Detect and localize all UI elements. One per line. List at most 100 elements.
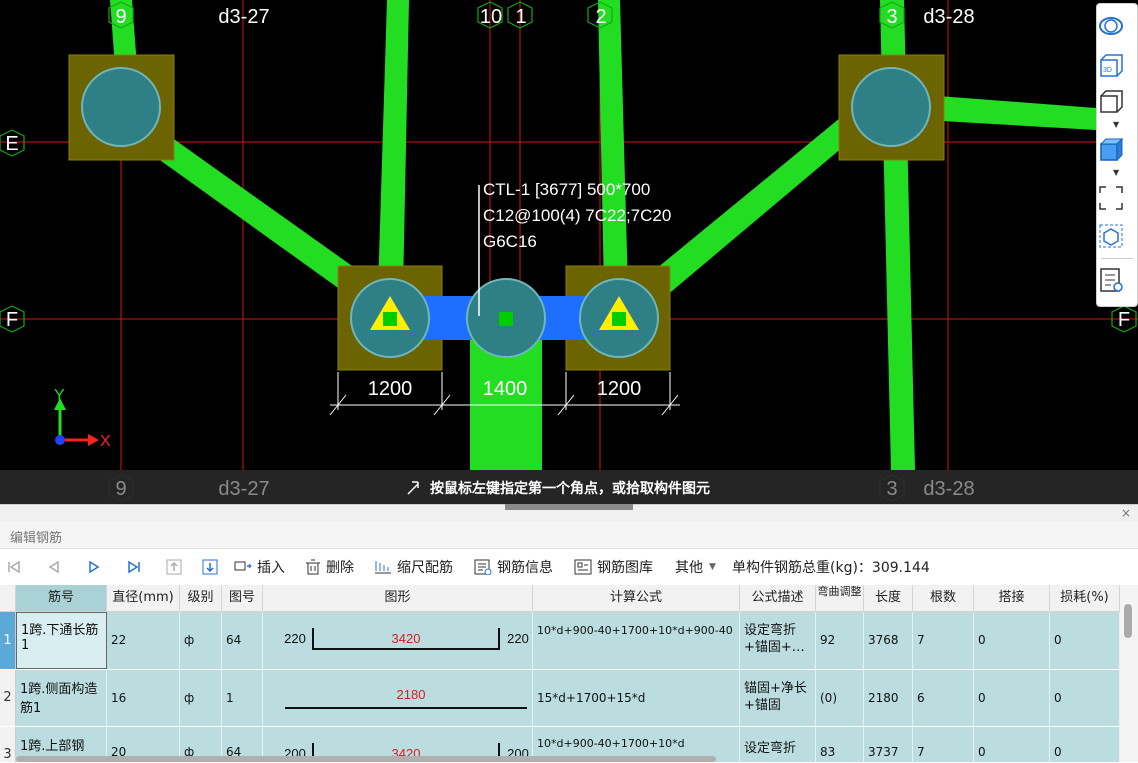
row-number[interactable]: 2	[0, 670, 16, 726]
cell-grade[interactable]: ф	[180, 670, 222, 726]
cell-shape[interactable]: 2180	[263, 670, 533, 726]
cell-bend-adjust[interactable]: 92	[816, 612, 864, 669]
cad-canvas[interactable]: 9 d3-27 10 1 2 3 d3-28 E F F CTL-1 [3677…	[0, 0, 1138, 504]
cell-count[interactable]: 7	[913, 612, 974, 669]
axis-label: 3	[886, 6, 897, 28]
cell-bend-adjust[interactable]: (0)	[816, 670, 864, 726]
header-bar-number[interactable]: 筋号	[16, 585, 107, 611]
close-icon[interactable]: ×	[1121, 506, 1131, 520]
move-down-button[interactable]	[202, 549, 223, 585]
local-3d-icon[interactable]	[1097, 222, 1125, 250]
view-3d-icon[interactable]: 3D	[1097, 52, 1125, 80]
x-axis-label: X	[100, 433, 111, 450]
cube-wire-icon[interactable]	[1097, 88, 1125, 116]
axis-label-bottom: d3-28	[923, 478, 974, 500]
axis-label: E	[5, 133, 18, 155]
cell-loss[interactable]: 0	[1050, 612, 1120, 669]
cell-bend-adjust[interactable]: 83	[816, 727, 864, 762]
insert-icon	[234, 561, 252, 571]
trash-icon	[306, 559, 320, 575]
other-menu-button[interactable]: 其他 ▼	[675, 549, 716, 585]
beam-segment	[378, 0, 409, 290]
axis-label: 1	[515, 6, 526, 28]
cell-grade[interactable]: ф	[180, 612, 222, 669]
delete-button[interactable]: 删除	[305, 549, 354, 585]
shape-mid-len: 3420	[392, 631, 421, 646]
cell-figure-no[interactable]: 64	[222, 612, 263, 669]
header-grade[interactable]: 级别	[180, 585, 222, 611]
header-figure-no[interactable]: 图号	[222, 585, 263, 611]
cell-lap[interactable]: 0	[974, 670, 1050, 726]
cube-solid-icon[interactable]	[1097, 136, 1125, 164]
next-icon	[89, 560, 100, 574]
orbit-icon[interactable]	[1097, 12, 1125, 40]
panel-header	[0, 522, 1138, 549]
header-lap[interactable]: 搭接	[974, 585, 1050, 611]
total-weight: 单构件钢筋总重(kg)：309.144	[732, 549, 930, 585]
table-row[interactable]: 1 1跨.下通长筋1 22 ф 64 220 3420 220 10*d+900…	[0, 612, 1120, 670]
cell-formula[interactable]: 15*d+1700+15*d	[533, 670, 740, 726]
cell-length[interactable]: 3737	[864, 727, 913, 762]
header-diameter[interactable]: 直径(mm)	[107, 585, 180, 611]
rebar-library-button[interactable]: 钢筋图库	[574, 549, 653, 585]
cell-lap[interactable]: 0	[974, 727, 1050, 762]
cell-count[interactable]: 6	[913, 670, 974, 726]
cell-formula[interactable]: 10*d+900-40+1700+10*d+900-40	[533, 612, 740, 669]
header-bend-adjust[interactable]: 弯曲调整	[816, 585, 864, 611]
cell-length[interactable]: 2180	[864, 670, 913, 726]
cell-figure-no[interactable]: 1	[222, 670, 263, 726]
first-record-button[interactable]	[6, 549, 27, 585]
row-number[interactable]: 3	[0, 727, 16, 762]
header-formula[interactable]: 计算公式	[533, 585, 740, 611]
beam-segment	[925, 95, 1096, 130]
cell-lap[interactable]: 0	[974, 612, 1050, 669]
cell-formula-desc[interactable]: 锚固+净长+锚固	[740, 670, 816, 726]
cell-loss[interactable]: 0	[1050, 727, 1120, 762]
last-record-button[interactable]	[126, 549, 147, 585]
header-shape[interactable]: 图形	[263, 585, 533, 611]
header-formula-desc[interactable]: 公式描述	[740, 585, 816, 611]
header-loss[interactable]: 损耗(%)	[1050, 585, 1120, 611]
total-weight-label: 单构件钢筋总重(kg)：309.144	[732, 560, 930, 576]
scale-bars-icon	[375, 561, 391, 574]
cad-drawing[interactable]: 9 d3-27 10 1 2 3 d3-28 E F F CTL-1 [3677…	[0, 0, 1138, 504]
command-status-bar: 9 d3-27 3 d3-28 按鼠标左键指定第一个角点，或拾取构件图元	[0, 470, 1138, 504]
fit-view-icon[interactable]	[1097, 184, 1125, 212]
chevron-down-icon[interactable]: ▼	[1113, 120, 1119, 129]
shape-mid-len: 2180	[397, 687, 426, 702]
scale-rebar-button[interactable]: 缩尺配筋	[374, 549, 453, 585]
chevron-down-icon[interactable]: ▼	[1113, 168, 1119, 177]
cell-bar-number[interactable]: 1跨.下通长筋1	[16, 612, 107, 669]
properties-view-icon[interactable]	[1097, 266, 1125, 294]
cell-bar-number[interactable]: 1跨.侧面构造筋1	[16, 670, 107, 726]
table-row[interactable]: 2 1跨.侧面构造筋1 16 ф 1 2180 15*d+1700+15*d 锚…	[0, 670, 1120, 727]
pile-column	[81, 67, 161, 147]
rebar-info-button[interactable]: 钢筋信息	[474, 549, 553, 585]
chevron-down-icon: ▼	[709, 562, 716, 572]
axis-label-bottom: 3	[886, 478, 897, 500]
cell-loss[interactable]: 0	[1050, 670, 1120, 726]
vertical-scroll-thumb[interactable]	[1124, 604, 1132, 638]
axis-label: d3-28	[923, 6, 974, 28]
cell-length[interactable]: 3768	[864, 612, 913, 669]
cell-formula-desc[interactable]: 设定弯折+锚固+…	[740, 612, 816, 669]
cell-diameter[interactable]: 16	[107, 670, 180, 726]
rebar-grid: 筋号 直径(mm) 级别 图号 图形 计算公式 公式描述 弯曲调整 长度 根数 …	[0, 585, 1120, 763]
cell-count[interactable]: 7	[913, 727, 974, 762]
cell-formula-desc[interactable]: 设定弯折	[740, 727, 816, 762]
row-number[interactable]: 1	[0, 612, 16, 669]
splitter-grip[interactable]	[505, 504, 633, 510]
axis-label: F	[6, 309, 18, 331]
move-up-button[interactable]	[166, 549, 187, 585]
horizontal-scroll-thumb[interactable]	[16, 756, 716, 762]
other-label: 其他	[675, 560, 703, 576]
insert-button[interactable]: 插入	[234, 549, 285, 585]
axis-label: d3-27	[218, 6, 269, 28]
next-record-button[interactable]	[86, 549, 107, 585]
header-count[interactable]: 根数	[913, 585, 974, 611]
cell-diameter[interactable]: 22	[107, 612, 180, 669]
header-length[interactable]: 长度	[864, 585, 913, 611]
cell-shape[interactable]: 220 3420 220	[263, 612, 533, 669]
shape-left-len: 220	[284, 631, 306, 646]
previous-record-button[interactable]	[46, 549, 67, 585]
